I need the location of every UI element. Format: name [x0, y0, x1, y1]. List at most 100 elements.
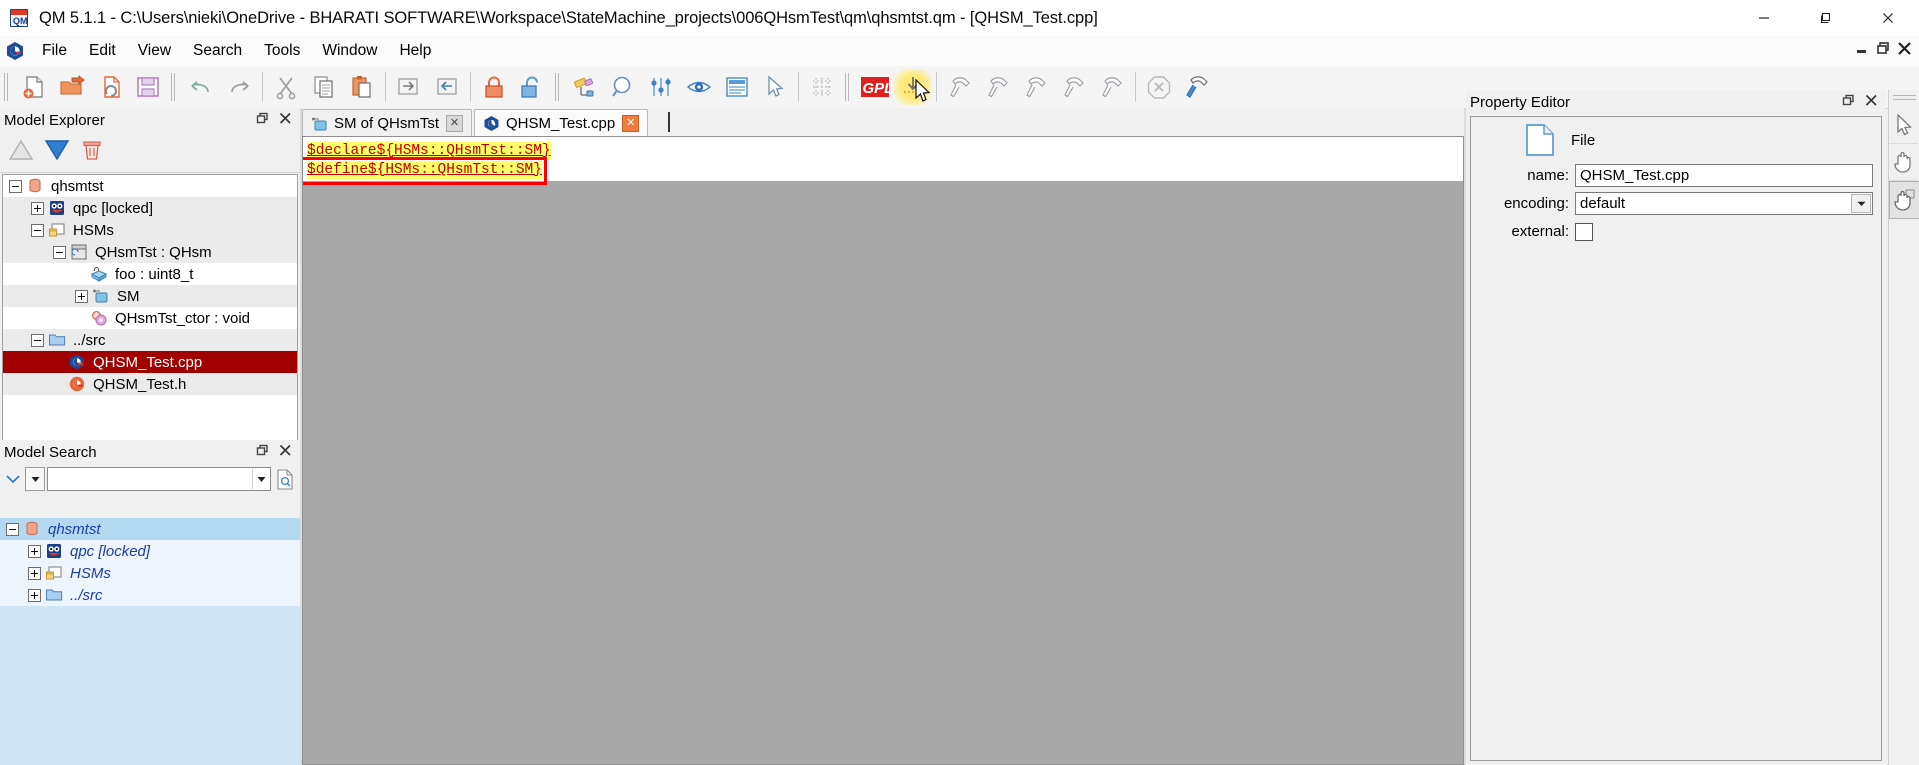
right-strip-grip[interactable] [1893, 93, 1916, 105]
chevron-down-icon[interactable] [1851, 194, 1871, 213]
reload-document-button[interactable] [91, 69, 129, 105]
property-editor-close-button[interactable] [1865, 94, 1878, 111]
gpl-button[interactable]: GPL [856, 69, 894, 105]
encoding-select[interactable]: default [1575, 192, 1873, 215]
cut-button[interactable] [267, 69, 305, 105]
tab-sm-of-qhsmtst[interactable]: SM of QHsmTst ✕ [302, 109, 473, 136]
tab-close-button[interactable]: ✕ [622, 114, 640, 132]
tree-row[interactable]: ../src [3, 329, 297, 351]
tree-row[interactable]: QHsmTst : QHsm [3, 241, 297, 263]
select-pointer-button[interactable] [756, 69, 794, 105]
tree-row[interactable]: HSMs [3, 219, 297, 241]
export-button[interactable] [390, 69, 428, 105]
tree-row[interactable]: SM [3, 285, 297, 307]
move-up-button[interactable] [8, 138, 34, 166]
expand-icon[interactable] [28, 566, 41, 580]
external-checkbox[interactable] [1575, 222, 1593, 241]
model-explorer-restore-button[interactable] [256, 112, 269, 129]
mdi-close-button[interactable] [1894, 38, 1915, 59]
tab-qhsm-test-cpp[interactable]: + QHSM_Test.cpp ✕ [474, 109, 649, 136]
build-2-button[interactable] [979, 69, 1017, 105]
caret-down-icon[interactable] [252, 469, 270, 489]
zoom-button[interactable] [604, 69, 642, 105]
menu-view[interactable]: View [127, 39, 182, 63]
document-search-icon[interactable] [273, 468, 297, 490]
document-view-button[interactable] [718, 69, 756, 105]
model-search-restore-button[interactable] [256, 444, 269, 461]
search-result-row[interactable]: ../src [0, 584, 300, 606]
collapse-icon[interactable] [6, 522, 19, 536]
search-input[interactable] [47, 467, 271, 491]
build-3-button[interactable] [1017, 69, 1055, 105]
stop-build-button[interactable] [1140, 69, 1178, 105]
property-editor-restore-button[interactable] [1842, 94, 1855, 111]
menu-file[interactable]: File [31, 39, 78, 63]
collapse-icon[interactable] [31, 333, 44, 347]
touch-hand-tool[interactable] [1889, 181, 1919, 219]
tree-row[interactable]: qpc [locked] [3, 197, 297, 219]
expand-icon[interactable] [31, 201, 44, 215]
show-hide-button[interactable] [680, 69, 718, 105]
model-explorer-close-button[interactable] [279, 112, 292, 129]
tree-row[interactable]: QHSM_Test.cpp [3, 351, 297, 373]
expand-icon[interactable] [28, 588, 41, 602]
tab-close-button[interactable]: ✕ [446, 114, 464, 132]
paste-button[interactable] [343, 69, 381, 105]
diagram-tool-button[interactable] [566, 69, 604, 105]
search-scope-dropdown-button[interactable] [25, 467, 45, 491]
toolbar-grip-view[interactable] [554, 73, 563, 101]
menu-search[interactable]: Search [182, 39, 253, 63]
close-button[interactable] [1857, 0, 1919, 36]
undo-button[interactable] [182, 69, 220, 105]
menu-help[interactable]: Help [388, 39, 442, 63]
redo-button[interactable] [220, 69, 258, 105]
toolbar-grip-file[interactable] [3, 73, 12, 101]
build-5-button[interactable] [1093, 69, 1131, 105]
model-search-results-tree[interactable]: qhsmtst qpc [locked] HSMs ../src [0, 518, 300, 765]
collapse-icon[interactable] [31, 223, 44, 237]
chevron-down-icon[interactable] [3, 472, 23, 486]
menu-tools[interactable]: Tools [253, 39, 311, 63]
collapse-icon[interactable] [9, 179, 22, 193]
import-button[interactable] [428, 69, 466, 105]
mdi-minimize-button[interactable] [1852, 38, 1873, 59]
tools-config-button[interactable] [1178, 69, 1216, 105]
move-down-button[interactable] [44, 138, 70, 166]
delete-button[interactable] [80, 138, 104, 166]
expand-icon[interactable] [75, 289, 88, 303]
build-4-button[interactable] [1055, 69, 1093, 105]
tree-row[interactable]: qhsmtst [3, 175, 297, 197]
lock-button[interactable] [475, 69, 513, 105]
name-field[interactable]: QHSM_Test.cpp [1575, 164, 1873, 187]
search-result-row[interactable]: HSMs [0, 562, 300, 584]
select-arrow-tool[interactable] [1889, 107, 1918, 144]
menu-window[interactable]: Window [311, 39, 388, 63]
build-1-button[interactable] [941, 69, 979, 105]
toolbar-grip-edit[interactable] [170, 73, 179, 101]
model-explorer-tree[interactable]: qhsmtst qpc [locked] HSMs QHsmTst : QHsm foo… [2, 174, 298, 458]
settings-sliders-button[interactable] [642, 69, 680, 105]
pan-hand-tool[interactable] [1889, 144, 1918, 181]
collapse-icon[interactable] [53, 245, 66, 259]
model-search-close-button[interactable] [279, 444, 292, 461]
minimize-button[interactable] [1733, 0, 1795, 36]
copy-button[interactable] [305, 69, 343, 105]
window-title: QM 5.1.1 - C:\Users\nieki\OneDrive - BHA… [39, 8, 1098, 27]
tree-row[interactable]: QHsmTst_ctor : void [3, 307, 297, 329]
generate-code-button[interactable] [894, 69, 932, 105]
unlock-button[interactable] [513, 69, 551, 105]
tree-row[interactable]: foo : uint8_t [3, 263, 297, 285]
search-result-row[interactable]: qpc [locked] [0, 540, 300, 562]
new-document-button[interactable] [15, 69, 53, 105]
maximize-button[interactable] [1795, 0, 1857, 36]
open-document-button[interactable] [53, 69, 91, 105]
mdi-restore-button[interactable] [1873, 38, 1894, 59]
expand-icon[interactable] [28, 544, 41, 558]
code-editor[interactable]: $declare${HSMs::QHsmTst::SM} $define${HS… [302, 136, 1464, 765]
menu-edit[interactable]: Edit [78, 39, 127, 63]
tree-row[interactable]: QHSM_Test.h [3, 373, 297, 395]
grid-button[interactable] [803, 69, 841, 105]
search-result-row[interactable]: qhsmtst [0, 518, 300, 540]
save-document-button[interactable] [129, 69, 167, 105]
toolbar-grip-build[interactable] [844, 73, 853, 101]
